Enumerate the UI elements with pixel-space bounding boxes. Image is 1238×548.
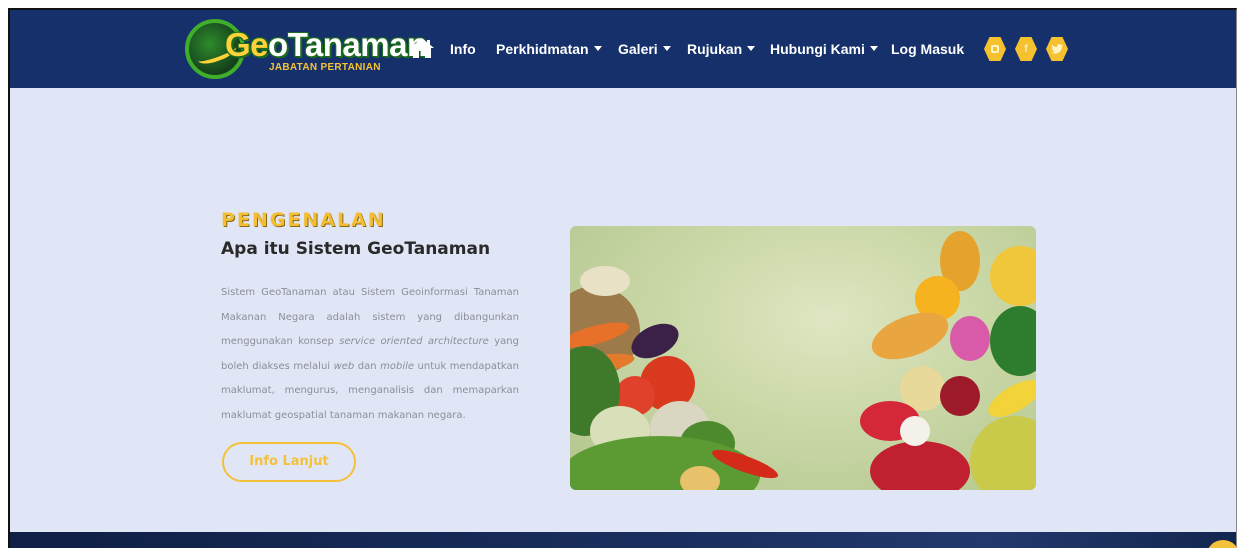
- facebook-icon[interactable]: f: [1015, 37, 1037, 61]
- chevron-down-icon: [869, 46, 878, 51]
- home-icon[interactable]: [409, 37, 435, 59]
- hero-image-vegetables-fruits: [570, 226, 1036, 490]
- logo-subtitle: JABATAN PERTANIAN: [269, 62, 381, 73]
- intro-paragraph: Sistem GeoTanaman atau Sistem Geoinforma…: [221, 287, 519, 421]
- logo-wordmark: GeoTanaman: [225, 26, 427, 63]
- nav-rujukan[interactable]: Rujukan: [687, 40, 756, 58]
- nav-log-masuk[interactable]: Log Masuk: [891, 40, 964, 58]
- top-navbar: GeoTanaman JABATAN PERTANIAN Info Perkhi…: [10, 10, 1236, 88]
- section-heading: Apa itu Sistem GeoTanaman: [221, 239, 491, 259]
- info-lanjut-button[interactable]: Info Lanjut: [222, 442, 356, 482]
- nav-hubungi-kami[interactable]: Hubungi Kami: [770, 40, 878, 58]
- footer-band: [10, 532, 1236, 548]
- geotanaman-logo[interactable]: GeoTanaman JABATAN PERTANIAN: [185, 17, 427, 81]
- chevron-down-icon: [593, 46, 602, 51]
- chevron-down-icon: [747, 46, 756, 51]
- nav-hubungi-label: Hubungi Kami: [770, 41, 865, 57]
- nav-info[interactable]: Info: [450, 40, 476, 58]
- nav-perkhidmatan[interactable]: Perkhidmatan: [496, 40, 602, 58]
- instagram-icon[interactable]: [984, 37, 1006, 61]
- nav-perkhidmatan-label: Perkhidmatan: [496, 41, 589, 57]
- nav-log-masuk-label: Log Masuk: [891, 41, 965, 57]
- twitter-icon[interactable]: [1046, 37, 1068, 61]
- section-kicker: PENGENALAN: [221, 209, 386, 231]
- nav-rujukan-label: Rujukan: [687, 41, 743, 57]
- nav-info-label: Info: [450, 41, 476, 57]
- nav-galeri[interactable]: Galeri: [618, 40, 671, 58]
- chevron-down-icon: [662, 46, 671, 51]
- nav-galeri-label: Galeri: [618, 41, 658, 57]
- browser-viewport: GeoTanaman JABATAN PERTANIAN Info Perkhi…: [8, 8, 1237, 548]
